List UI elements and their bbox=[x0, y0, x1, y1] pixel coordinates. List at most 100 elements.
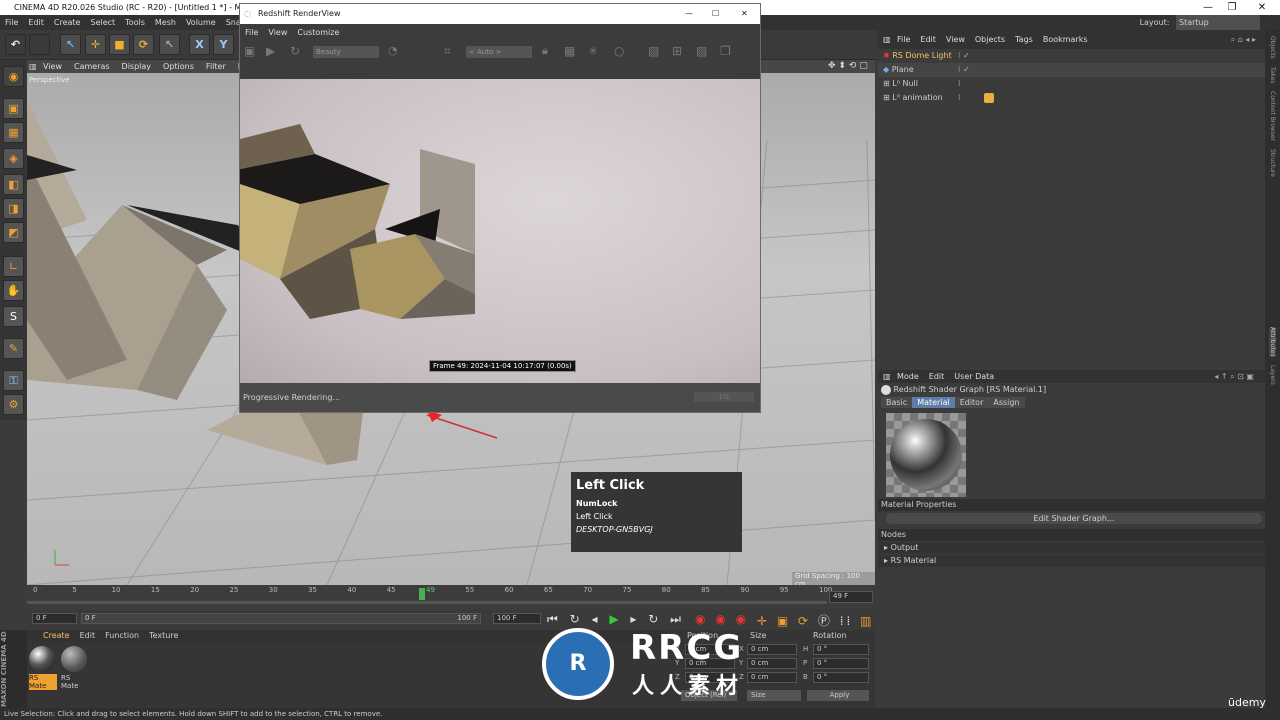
rotate-icon[interactable]: ⟳ bbox=[133, 34, 154, 55]
refresh-icon[interactable]: ↻ bbox=[290, 44, 300, 58]
coord-size-field[interactable]: 0 cm bbox=[747, 644, 797, 655]
am-nav-icons[interactable]: ◂ ↑ ⌕ ⊡ ▣ bbox=[1209, 370, 1259, 383]
current-frame-field[interactable]: 49 F bbox=[829, 591, 873, 603]
menu-file[interactable]: File bbox=[0, 15, 23, 30]
om-menu-view[interactable]: View bbox=[941, 30, 970, 49]
tab-editor[interactable]: Editor bbox=[954, 397, 989, 408]
om-search-icon[interactable]: ⌕ ⌂ ◂ ▸ bbox=[1226, 30, 1261, 49]
layout-select[interactable]: Startup bbox=[1176, 15, 1260, 30]
xray-icon[interactable]: ⚙ bbox=[3, 394, 24, 415]
snap-icon[interactable]: S bbox=[3, 306, 24, 327]
coord-rot-field[interactable]: 0 ° bbox=[813, 672, 869, 683]
menu-tools[interactable]: Tools bbox=[120, 15, 150, 30]
renderview-maximize-button[interactable]: ☐ bbox=[712, 4, 719, 24]
mesh-icon[interactable]: ◈ bbox=[3, 148, 24, 169]
range-slider[interactable]: 0 F 100 F bbox=[81, 613, 481, 624]
lock-icon[interactable]: ⚿ bbox=[3, 370, 24, 391]
rv-menu-file[interactable]: File bbox=[240, 24, 263, 42]
rv-menu-view[interactable]: View bbox=[263, 24, 292, 42]
coord-size-field[interactable]: 0 cm bbox=[747, 658, 797, 669]
om-menu-tags[interactable]: Tags bbox=[1010, 30, 1038, 49]
coord-rot-field[interactable]: 0 ° bbox=[813, 658, 869, 669]
start-frame-field[interactable]: 0 F bbox=[32, 613, 77, 624]
vp-menu-view[interactable]: View bbox=[37, 60, 68, 73]
playback-controls[interactable]: ⏮ ↻ ◂ ▶ ▸ ↻ ⏭ bbox=[547, 612, 685, 627]
menu-select[interactable]: Select bbox=[85, 15, 120, 30]
om-menu-objects[interactable]: Objects bbox=[970, 30, 1010, 49]
visibility-dots-icon[interactable]: ⁝ bbox=[958, 91, 961, 105]
visibility-check-icon[interactable]: ⁝ ✓ bbox=[958, 49, 970, 63]
add-snapshot-icon[interactable]: ⊞ bbox=[672, 44, 682, 58]
material-tag-icon[interactable] bbox=[984, 93, 994, 103]
crop-icon[interactable]: ⌗ bbox=[444, 44, 451, 59]
menu-create[interactable]: Create bbox=[49, 15, 86, 30]
edge-icon[interactable]: ◧ bbox=[3, 174, 24, 195]
coord-rot-field[interactable]: 0 ° bbox=[813, 644, 869, 655]
menu-mesh[interactable]: Mesh bbox=[150, 15, 181, 30]
size-mode-select[interactable]: Size bbox=[747, 690, 801, 701]
render-icon[interactable]: ◉ bbox=[3, 66, 24, 87]
vp-menu-cameras[interactable]: Cameras bbox=[68, 60, 116, 73]
mat-menu-create[interactable]: Create bbox=[27, 630, 75, 642]
last-tool-icon[interactable]: ↖ bbox=[159, 34, 180, 55]
om-menu-bookmarks[interactable]: Bookmarks bbox=[1038, 30, 1093, 49]
visibility-dots-icon[interactable]: ⁝ bbox=[958, 77, 961, 91]
mat-menu-function[interactable]: Function bbox=[100, 630, 144, 642]
redo-button[interactable] bbox=[29, 34, 50, 55]
tab-assign[interactable]: Assign bbox=[988, 397, 1025, 408]
undo-button[interactable]: ↶ bbox=[5, 34, 26, 55]
save-image-icon[interactable]: ▧ bbox=[648, 44, 659, 58]
render-image[interactable]: Frame 49: 2024-11-04 10:17:07 (0.00s) bbox=[240, 79, 760, 383]
scale-icon[interactable]: ■ bbox=[109, 34, 130, 55]
points-icon[interactable]: ◩ bbox=[3, 222, 24, 243]
polygon-icon[interactable]: ◨ bbox=[3, 198, 24, 219]
key-controls[interactable]: ✛ ▣ ⟳ Ⓟ ⁞⁞ ▥ bbox=[757, 612, 875, 629]
tab-basic[interactable]: Basic bbox=[881, 397, 913, 408]
close-button[interactable]: ✕ bbox=[1250, 0, 1274, 15]
vp-menu-options[interactable]: Options bbox=[157, 60, 200, 73]
visibility-check-icon[interactable]: ⁝ ✓ bbox=[958, 63, 970, 77]
aov-select[interactable]: Beauty bbox=[313, 46, 379, 58]
node-output-row[interactable]: ▸ Output bbox=[878, 542, 1265, 554]
checker-icon[interactable]: ▦ bbox=[3, 122, 24, 143]
rv-menu-customize[interactable]: Customize bbox=[292, 24, 344, 42]
side-tab-objects[interactable]: Objects bbox=[1269, 36, 1276, 59]
edit-shader-graph-button[interactable]: Edit Shader Graph... bbox=[886, 513, 1262, 524]
object-row[interactable]: ◆ Plane ⁝ ✓ bbox=[878, 63, 1265, 77]
side-tab-takes[interactable]: Takes bbox=[1269, 67, 1276, 83]
x-axis-button[interactable]: X bbox=[189, 34, 210, 55]
workplane-icon[interactable]: ∟ bbox=[3, 256, 24, 277]
am-menu-edit[interactable]: Edit bbox=[924, 370, 950, 383]
minimize-button[interactable]: — bbox=[1196, 0, 1220, 15]
start-render-icon[interactable]: ▶ bbox=[266, 44, 275, 58]
move-icon[interactable]: ✛ bbox=[85, 34, 106, 55]
snapshot-icon[interactable]: ◔ bbox=[388, 44, 398, 57]
menu-edit[interactable]: Edit bbox=[23, 15, 49, 30]
lock-render-icon[interactable]: 🔒︎ bbox=[542, 44, 548, 58]
object-row[interactable]: ⊞ L⁰ Null ⁝ bbox=[878, 77, 1265, 91]
freeze-icon[interactable]: ✳ bbox=[588, 44, 598, 58]
mat-menu-edit[interactable]: Edit bbox=[75, 630, 101, 642]
end-frame-field[interactable]: 100 F bbox=[493, 613, 541, 624]
om-menu-edit[interactable]: Edit bbox=[915, 30, 941, 49]
copy-icon[interactable]: ❐ bbox=[720, 44, 731, 58]
circle-icon[interactable]: ○ bbox=[614, 44, 624, 58]
object-row[interactable]: ⊞ L⁰ animation ⁝ bbox=[878, 91, 1265, 105]
object-row[interactable]: ✹ RS Dome Light ⁝ ✓ bbox=[878, 49, 1265, 63]
cube-icon[interactable]: ▣ bbox=[3, 98, 24, 119]
tab-material[interactable]: Material bbox=[912, 397, 955, 408]
zoom-select[interactable]: < Auto > bbox=[466, 46, 532, 58]
material-item[interactable]: RS Mate bbox=[61, 646, 89, 690]
side-tab-structure[interactable]: Structure bbox=[1269, 149, 1276, 177]
render-play-icon[interactable]: ▣ bbox=[244, 44, 255, 58]
record-controls[interactable]: ◉ ◉ ◉ bbox=[695, 612, 749, 626]
menu-volume[interactable]: Volume bbox=[181, 15, 221, 30]
renderview-close-button[interactable]: ✕ bbox=[741, 4, 748, 24]
om-menu-file[interactable]: File bbox=[892, 30, 915, 49]
timeline[interactable]: 0 5 10 15 20 25 30 35 40 45 49 55 60 65 70 75 80 85 90 95 10… bbox=[27, 585, 875, 610]
mat-menu-texture[interactable]: Texture bbox=[144, 630, 183, 642]
maximize-button[interactable]: ❐ bbox=[1220, 0, 1244, 15]
playhead[interactable] bbox=[419, 588, 425, 600]
material-properties-header[interactable]: Material Properties bbox=[878, 499, 1265, 511]
vp-menu-filter[interactable]: Filter bbox=[200, 60, 232, 73]
